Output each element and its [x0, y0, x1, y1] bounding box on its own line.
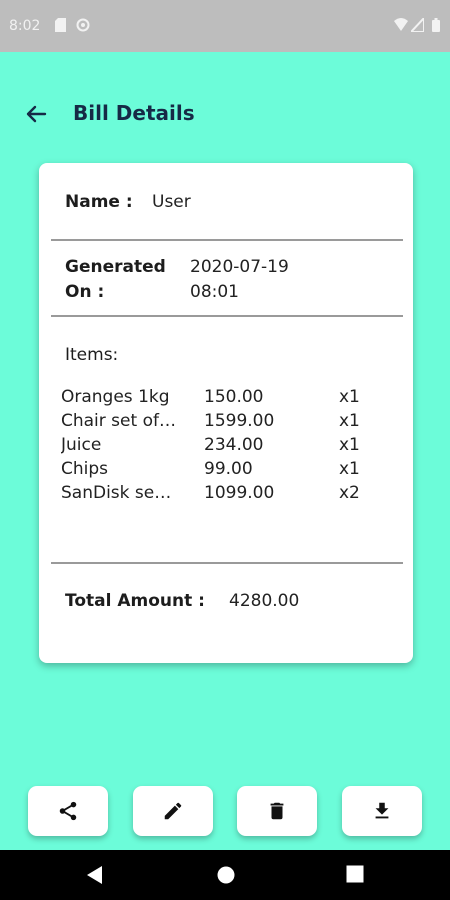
item-name: SanDisk se… [61, 483, 172, 503]
back-button[interactable] [20, 98, 52, 130]
signal-icon [411, 18, 424, 32]
bill-time: 08:01 [190, 282, 239, 302]
share-icon [59, 801, 77, 821]
item-price: 1599.00 [204, 411, 275, 431]
status-bar: 8:02 [0, 0, 450, 52]
name-value: User [152, 192, 191, 212]
edit-icon [164, 802, 182, 820]
item-name: Oranges 1kg [61, 387, 170, 407]
download-button[interactable] [342, 786, 422, 836]
bill-card: Name : User Generated On : 2020-07-19 08… [39, 163, 413, 663]
item-price: 99.00 [204, 459, 253, 479]
item-qty: x1 [339, 411, 360, 431]
item-price: 1099.00 [204, 483, 275, 503]
item-price: 150.00 [204, 387, 264, 407]
battery-icon [432, 18, 440, 32]
nav-home-icon[interactable] [216, 865, 236, 885]
edit-button[interactable] [133, 786, 213, 836]
nav-recents-icon[interactable] [346, 865, 364, 883]
generated-label: Generated [65, 257, 166, 277]
item-price: 234.00 [204, 435, 264, 455]
sync-icon [76, 18, 90, 32]
nav-back-icon[interactable] [86, 865, 104, 885]
name-label: Name : [65, 192, 133, 212]
item-name: Chips [61, 459, 109, 479]
status-time: 8:02 [9, 18, 41, 34]
divider [51, 239, 403, 241]
bill-date: 2020-07-19 [190, 257, 289, 277]
system-nav-bar [0, 850, 450, 900]
items-label: Items: [65, 345, 119, 365]
arrow-back-icon [26, 105, 47, 123]
download-icon [375, 802, 389, 819]
share-button[interactable] [28, 786, 108, 836]
wifi-icon [394, 18, 408, 31]
item-qty: x1 [339, 459, 360, 479]
item-name: Juice [61, 435, 102, 455]
total-value: 4280.00 [229, 591, 300, 611]
item-qty: x2 [339, 483, 360, 503]
app-bar: Bill Details [0, 52, 450, 162]
item-qty: x1 [339, 387, 360, 407]
sim-card-icon [55, 18, 66, 32]
divider [51, 315, 403, 317]
item-name: Chair set of… [61, 411, 176, 431]
generated-on-label: On : [65, 282, 105, 302]
divider [51, 562, 403, 564]
page-title: Bill Details [73, 101, 195, 125]
delete-button[interactable] [237, 786, 317, 836]
item-qty: x1 [339, 435, 360, 455]
total-label: Total Amount : [65, 591, 205, 611]
delete-icon [270, 802, 284, 820]
